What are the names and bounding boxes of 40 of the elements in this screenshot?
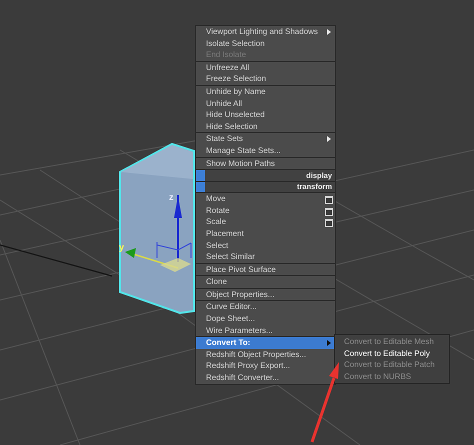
menu-item[interactable]: Viewport Lighting and Shadows [196, 26, 335, 38]
quad-marker-icon [196, 170, 205, 181]
menu-item[interactable]: Manage State Sets... [196, 144, 335, 157]
menu-item[interactable]: Unhide by Name [196, 86, 335, 98]
menu-item[interactable]: Object Properties... [196, 288, 335, 300]
menu-item[interactable]: Redshift Proxy Export... [196, 360, 335, 372]
menu-item[interactable]: Place Pivot Surface [196, 264, 335, 276]
axis-label: y [119, 242, 124, 252]
menu-item[interactable]: Wire Parameters... [196, 324, 335, 336]
menu-item[interactable]: Unfreeze All [196, 62, 335, 74]
submenu-item[interactable]: Convert to Editable Poly [335, 348, 449, 360]
menu-item[interactable]: State Sets [196, 133, 335, 145]
menu-item[interactable]: Rotate [196, 204, 335, 216]
menu-item[interactable]: Scale [196, 216, 335, 228]
options-box-icon[interactable] [325, 196, 333, 204]
menu-item[interactable]: Select [196, 240, 335, 252]
axis-label: z [169, 192, 174, 202]
options-box-icon[interactable] [325, 208, 333, 216]
menu-item[interactable]: Show Motion Paths [196, 158, 335, 170]
menu-item[interactable]: Select Similar [196, 251, 335, 263]
menu-item[interactable]: Hide Selection [196, 120, 335, 132]
menu-item[interactable]: Isolate Selection [196, 38, 335, 50]
menu-item[interactable]: Redshift Converter... [196, 372, 335, 384]
submenu-item[interactable]: Convert to Editable Mesh [335, 336, 449, 348]
menu-item[interactable]: Hide Unselected [196, 109, 335, 121]
menu-item[interactable]: Placement [196, 228, 335, 240]
submenu-arrow-icon [327, 29, 331, 35]
menu-item[interactable]: Curve Editor... [196, 301, 335, 314]
menu-item[interactable]: Clone [196, 276, 335, 288]
menu-item[interactable]: Convert To: [196, 337, 335, 349]
submenu-item[interactable]: Convert to NURBS [335, 370, 449, 382]
menu-item[interactable]: Redshift Object Properties... [196, 348, 335, 360]
quad-marker-icon [196, 182, 205, 192]
menu-item[interactable]: Move [196, 193, 335, 205]
submenu-item[interactable]: Convert to Editable Patch [335, 359, 449, 371]
menu-item[interactable]: Freeze Selection [196, 73, 335, 85]
submenu-arrow-icon [327, 136, 331, 142]
menu-item[interactable]: Dope Sheet... [196, 313, 335, 325]
menu-item[interactable]: Unhide All [196, 98, 335, 110]
options-box-icon[interactable] [325, 219, 333, 228]
